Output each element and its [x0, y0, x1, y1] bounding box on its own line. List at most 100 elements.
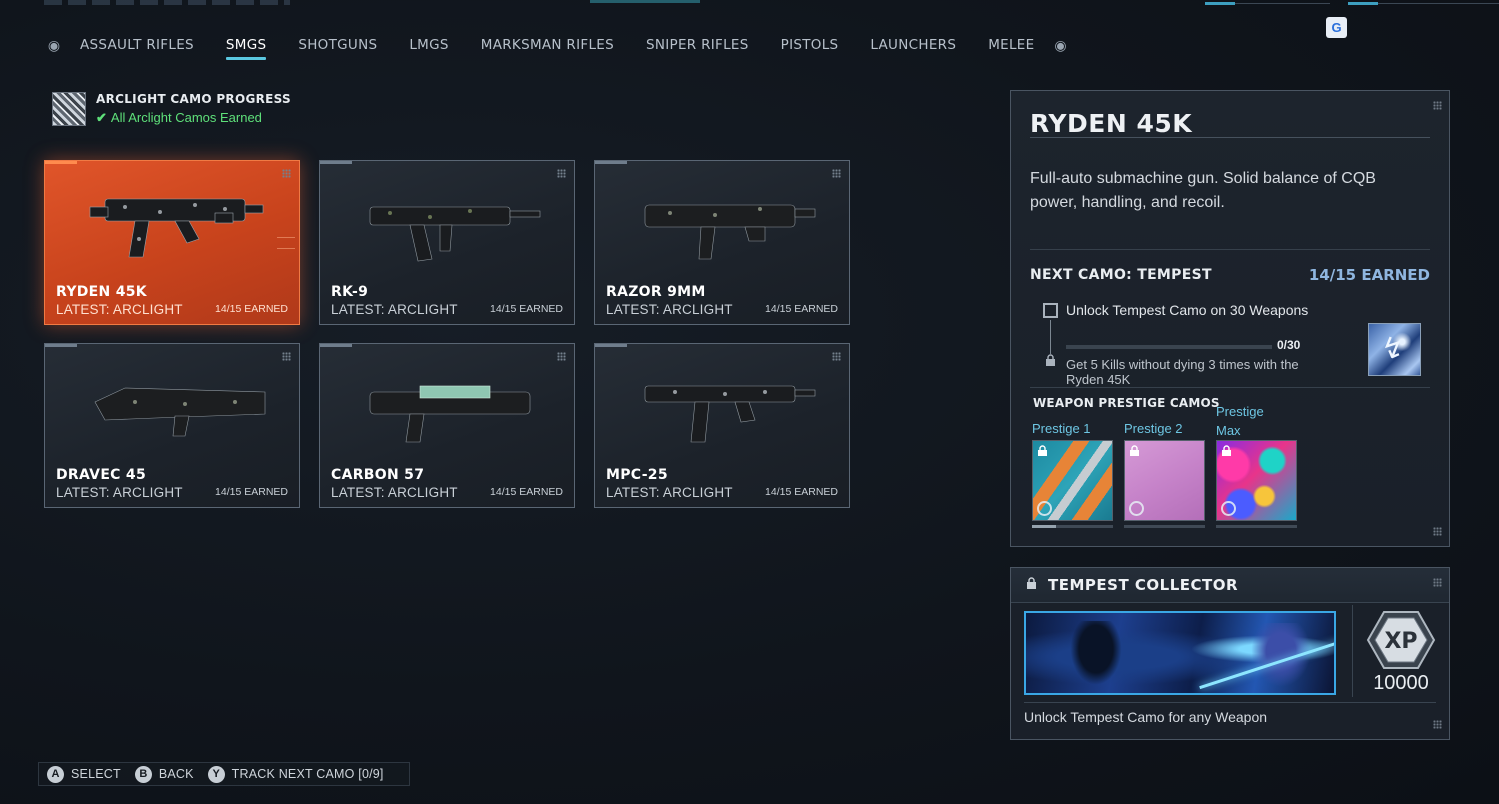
weapon-name: RYDEN 45K [56, 284, 147, 300]
card-top-tick [320, 344, 352, 347]
progress-status-text: All Arclight Camos Earned [110, 110, 262, 125]
weapon-earned-count: 14/15 EARNED [765, 303, 838, 315]
progress-title: ARCLIGHT CAMO PROGRESS [96, 92, 291, 106]
divider [1030, 387, 1430, 388]
card-top-tick [320, 161, 352, 164]
checkmark-icon: ✔ [96, 110, 107, 125]
prestige-emblem-icon [1037, 501, 1052, 516]
tempest-collector-panel: TEMPEST COLLECTOR XP 10000 Unlock Tempes… [1010, 567, 1450, 740]
panel-resize-icon [1433, 720, 1442, 729]
weapon-card-dravec-45[interactable]: DRAVEC 45 LATEST: ARCLIGHT 14/15 EARNED [44, 343, 300, 508]
prestige-emblem-icon [1221, 501, 1236, 516]
card-top-tick [45, 161, 77, 164]
collector-title: TEMPEST COLLECTOR [1048, 576, 1239, 594]
card-grid-icon [832, 352, 841, 361]
bumper-right-icon[interactable]: ◉ [1050, 37, 1070, 54]
prestige-1-progress [1032, 525, 1113, 528]
lock-icon [1222, 445, 1231, 456]
tab-lmgs[interactable]: LMGS [393, 37, 464, 53]
track-next-camo-prompt[interactable]: Y TRACK NEXT CAMO [0/9] [207, 765, 384, 783]
prestige-max-label: Prestige Max [1216, 404, 1264, 438]
back-label: BACK [158, 767, 194, 781]
card-grid-icon [557, 169, 566, 178]
lock-icon [1046, 354, 1055, 366]
weapon-earned-count: 14/15 EARNED [215, 486, 288, 498]
prestige-max-camo[interactable] [1216, 440, 1297, 521]
weapon-detail-panel: RYDEN 45K Full-auto submachine gun. Soli… [1010, 90, 1450, 547]
tab-pistols[interactable]: PISTOLS [765, 37, 855, 53]
b-button-icon: B [134, 765, 152, 783]
xp-badge-icon: XP [1366, 611, 1436, 669]
card-top-tick [595, 161, 627, 164]
weapon-card-rk-9[interactable]: RK-9 LATEST: ARCLIGHT 14/15 EARNED [319, 160, 575, 325]
top-decoration [44, 0, 290, 5]
track-next-camo-label: TRACK NEXT CAMO [0/9] [231, 767, 384, 781]
divider [1030, 249, 1430, 250]
panel-resize-icon [1433, 527, 1442, 536]
banner-figure [1066, 621, 1126, 691]
tab-shotguns[interactable]: SHOTGUNS [282, 37, 393, 53]
banner-figure [1246, 623, 1316, 693]
a-button-icon: A [47, 765, 64, 783]
weapon-card-razor-9mm[interactable]: RAZOR 9MM LATEST: ARCLIGHT 14/15 EARNED [594, 160, 850, 325]
card-grid-icon [832, 169, 841, 178]
progress-status: ✔ All Arclight Camos Earned [96, 110, 291, 126]
y-button-icon: Y [207, 765, 225, 783]
challenge-progress-bar [1066, 345, 1272, 349]
weapon-image [369, 385, 531, 443]
weapon-description: Full-auto submachine gun. Solid balance … [1030, 170, 1376, 211]
weapon-image [369, 206, 541, 262]
xp-value: 10000 [1373, 672, 1429, 694]
weapon-latest-camo: LATEST: ARCLIGHT [56, 302, 183, 317]
challenge-title: Unlock Tempest Camo on 30 Weapons [1066, 302, 1309, 318]
prestige-camos-title: WEAPON PRESTIGE CAMOS [1033, 396, 1220, 410]
challenge-progress-count: 0/30 [1277, 338, 1301, 352]
select-prompt[interactable]: A SELECT [47, 765, 121, 783]
prestige-1-camo[interactable] [1032, 440, 1113, 521]
select-label: SELECT [71, 767, 121, 781]
weapon-latest-camo: LATEST: ARCLIGHT [331, 485, 458, 500]
top-right-indicator [1205, 2, 1499, 5]
translate-icon[interactable]: G [1326, 17, 1347, 38]
arclight-camo-progress: ARCLIGHT CAMO PROGRESS ✔ All Arclight Cam… [52, 92, 291, 126]
weapon-name: RAZOR 9MM [606, 284, 706, 300]
divider [1024, 702, 1436, 703]
tab-sniper-rifles[interactable]: SNIPER RIFLES [630, 37, 765, 53]
weapon-grid: RYDEN 45K LATEST: ARCLIGHT 14/15 EARNED … [44, 160, 850, 508]
tab-assault-rifles[interactable]: ASSAULT RIFLES [64, 37, 210, 53]
divider [1030, 137, 1430, 138]
weapon-earned-count: 14/15 EARNED [765, 486, 838, 498]
panel-grid-icon [1433, 101, 1442, 110]
bumper-left-icon[interactable]: ◉ [44, 37, 64, 54]
tab-launchers[interactable]: LAUNCHERS [854, 37, 972, 53]
back-prompt[interactable]: B BACK [134, 765, 194, 783]
card-grid-icon [282, 352, 291, 361]
lock-icon [1027, 577, 1036, 589]
tab-smgs[interactable]: SMGS [210, 37, 282, 60]
weapon-card-ryden-45k[interactable]: RYDEN 45K LATEST: ARCLIGHT 14/15 EARNED [44, 160, 300, 325]
weapon-name: CARBON 57 [331, 467, 425, 483]
lock-icon [1038, 445, 1047, 456]
prestige-emblem-icon [1129, 501, 1144, 516]
weapon-earned-count: 14/15 EARNED [215, 303, 288, 315]
weapon-earned-count: 14/15 EARNED [490, 486, 563, 498]
weapon-card-carbon-57[interactable]: CARBON 57 LATEST: ARCLIGHT 14/15 EARNED [319, 343, 575, 508]
weapon-name: MPC-25 [606, 467, 668, 483]
weapon-latest-camo: LATEST: ARCLIGHT [606, 485, 733, 500]
weapon-image [94, 387, 266, 437]
top-decoration-accent [590, 0, 700, 3]
weapon-earned-count: 14/15 EARNED [490, 303, 563, 315]
challenge-connector [1050, 320, 1051, 354]
lightning-icon: ↯ [1378, 330, 1408, 367]
tab-marksman-rifles[interactable]: MARKSMAN RIFLES [465, 37, 630, 53]
collector-reward-banner[interactable] [1024, 611, 1336, 695]
card-grid-icon [557, 352, 566, 361]
prestige-2-camo[interactable] [1124, 440, 1205, 521]
weapon-name: DRAVEC 45 [56, 467, 147, 483]
lock-icon [1130, 445, 1139, 456]
tab-melee[interactable]: MELEE [972, 37, 1050, 53]
prestige-2-progress [1124, 525, 1205, 528]
weapon-category-tabs: ◉ ASSAULT RIFLES SMGS SHOTGUNS LMGS MARK… [44, 34, 1070, 60]
weapon-latest-camo: LATEST: ARCLIGHT [56, 485, 183, 500]
weapon-card-mpc-25[interactable]: MPC-25 LATEST: ARCLIGHT 14/15 EARNED [594, 343, 850, 508]
